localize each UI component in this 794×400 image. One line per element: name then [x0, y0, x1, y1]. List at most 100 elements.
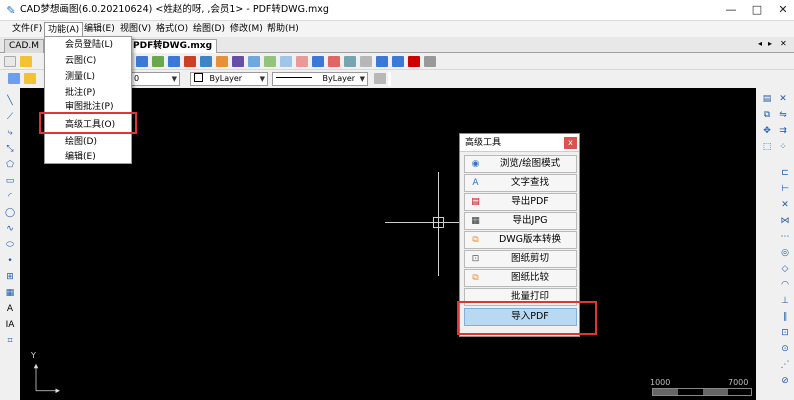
point-icon[interactable]: • [5, 256, 15, 266]
menu-modify[interactable]: 修改(M) [227, 22, 266, 36]
image-icon[interactable] [344, 56, 356, 67]
snap-center-icon[interactable]: ◎ [780, 248, 790, 258]
spline-icon[interactable]: ∿ [5, 224, 15, 234]
zoom-window-icon[interactable] [168, 56, 180, 67]
lineweight-icon[interactable] [374, 73, 386, 84]
snap-intersect-icon[interactable]: ✕ [780, 200, 790, 210]
layers-icon[interactable]: ▤ [762, 94, 772, 104]
mtext-icon[interactable]: IA [5, 320, 15, 330]
rectangle-icon[interactable]: ▭ [5, 176, 15, 186]
properties-icon[interactable] [248, 56, 260, 67]
circle-icon[interactable]: ◯ [5, 208, 15, 218]
tab-close-icon[interactable]: ✕ [780, 39, 787, 48]
insert-block-icon[interactable]: ⊞ [5, 272, 15, 282]
tab-scroll-right-icon[interactable]: ▸ [768, 39, 772, 48]
zoom-previous-icon[interactable] [296, 56, 308, 67]
minimize-button[interactable]: — [718, 1, 744, 19]
scale-label-1000: 1000 [650, 378, 671, 387]
linetype-combo[interactable]: ByLayer ▼ [272, 72, 368, 86]
pan-icon[interactable] [200, 56, 212, 67]
menu-item-member-login[interactable]: 会员登陆(L) [65, 38, 113, 52]
mirror-icon[interactable]: ⇋ [778, 110, 788, 120]
maximize-button[interactable]: □ [744, 1, 770, 19]
snap-apparent-icon[interactable]: ⋈ [780, 216, 790, 226]
offset-icon[interactable]: ⇉ [778, 126, 788, 136]
menu-item-annotate[interactable]: 批注(P) [65, 86, 95, 100]
pdf-icon[interactable] [408, 56, 420, 67]
hatch-icon[interactable]: ▦ [5, 288, 15, 298]
drawing-cut-button[interactable]: ⊡ 图纸剪切 [464, 250, 577, 268]
move-icon[interactable]: ✥ [762, 126, 772, 136]
measure-icon[interactable] [152, 56, 164, 67]
jpg-export-icon: ▦ [471, 216, 480, 226]
construction-line-icon[interactable]: ⤡ [5, 144, 15, 154]
print-icon[interactable] [360, 56, 372, 67]
menu-item-cloud[interactable]: 云图(C) [65, 54, 96, 68]
arc-icon[interactable]: ◜ [5, 192, 15, 202]
snap-parallel-icon[interactable]: ∥ [780, 312, 790, 322]
tab-pdf-to-dwg[interactable]: PDF转DWG.mxg [128, 39, 218, 53]
redo-icon[interactable] [392, 56, 404, 67]
panel-close-button[interactable]: x [564, 137, 577, 149]
snap-none-icon[interactable]: ⊘ [780, 376, 790, 386]
layer-state-icon[interactable] [24, 73, 36, 84]
menu-item-edit[interactable]: 编辑(E) [65, 150, 96, 164]
polygon-icon[interactable]: ⬠ [5, 160, 15, 170]
snap-endpoint-icon[interactable]: ⊏ [780, 168, 790, 178]
text-icon[interactable]: A [5, 304, 15, 314]
line-icon[interactable]: ╲ [5, 96, 15, 106]
ellipse-icon[interactable]: ⬭ [5, 240, 15, 250]
undo-icon[interactable] [376, 56, 388, 67]
multiline-icon[interactable]: ⤷ [5, 128, 15, 138]
menu-help[interactable]: 帮助(H) [264, 22, 302, 36]
new-file-icon[interactable] [4, 56, 16, 67]
insert-icon[interactable] [328, 56, 340, 67]
color-swatch-icon [194, 73, 203, 82]
snap-quadrant-icon[interactable]: ◇ [780, 264, 790, 274]
browse-draw-mode-button[interactable]: ◉ 浏览/绘图模式 [464, 155, 577, 173]
layer-combo[interactable]: 0 ▼ [130, 72, 180, 86]
pan-realtime-icon[interactable] [216, 56, 228, 67]
window-icon[interactable] [280, 56, 292, 67]
menu-function[interactable]: 功能(A) [44, 22, 84, 36]
snap-perpendicular-icon[interactable]: ⊥ [780, 296, 790, 306]
match-icon[interactable] [264, 56, 276, 67]
snap-tangent-icon[interactable]: ◠ [780, 280, 790, 290]
close-window-button[interactable]: ✕ [770, 1, 794, 19]
snap-extension-icon[interactable]: ⋯ [780, 232, 790, 242]
erase-icon[interactable]: ✕ [778, 94, 788, 104]
snap-insert-icon[interactable]: ⊡ [780, 328, 790, 338]
menu-file[interactable]: 文件(F) [9, 22, 45, 36]
layer-manager-icon[interactable] [8, 73, 20, 84]
polyline-icon[interactable]: ⟋ [5, 112, 15, 122]
open-file-icon[interactable] [20, 56, 32, 67]
copy-icon[interactable]: ⧉ [762, 110, 772, 120]
menu-view[interactable]: 视图(V) [117, 22, 154, 36]
zoom-icon[interactable] [136, 56, 148, 67]
dwg-version-convert-button[interactable]: ⧉ DWG版本转换 [464, 231, 577, 249]
cad-app-icon: ✎ [6, 4, 16, 17]
array-icon[interactable]: ⁘ [778, 142, 788, 152]
snap-node-icon[interactable]: ⊙ [780, 344, 790, 354]
color-combo[interactable]: ByLayer ▼ [190, 72, 268, 86]
export-jpg-button[interactable]: ▦ 导出JPG [464, 212, 577, 230]
table-icon[interactable]: ⌗ [5, 336, 15, 346]
snap-midpoint-icon[interactable]: ⊢ [780, 184, 790, 194]
settings-icon[interactable] [424, 56, 436, 67]
layer-icon[interactable] [232, 56, 244, 67]
export-pdf-button[interactable]: ▤ 导出PDF [464, 193, 577, 211]
menu-item-draw[interactable]: 绘图(D) [65, 135, 97, 149]
tab-scroll-left-icon[interactable]: ◂ [758, 39, 762, 48]
crosshair-horizontal [385, 222, 463, 223]
menu-edit[interactable]: 编辑(E) [81, 22, 118, 36]
drawing-compare-button[interactable]: ⧉ 图纸比较 [464, 269, 577, 287]
menu-item-measure[interactable]: 测量(L) [65, 70, 95, 84]
text-search-button[interactable]: A 文字查找 [464, 174, 577, 192]
stretch-icon[interactable]: ⬚ [762, 142, 772, 152]
zoom-extents-icon[interactable] [184, 56, 196, 67]
snap-nearest-icon[interactable]: ⋰ [780, 360, 790, 370]
menu-draw[interactable]: 绘图(D) [190, 22, 228, 36]
block-icon[interactable] [312, 56, 324, 67]
tab-cad[interactable]: CAD.M [4, 39, 44, 53]
menu-format[interactable]: 格式(O) [153, 22, 191, 36]
